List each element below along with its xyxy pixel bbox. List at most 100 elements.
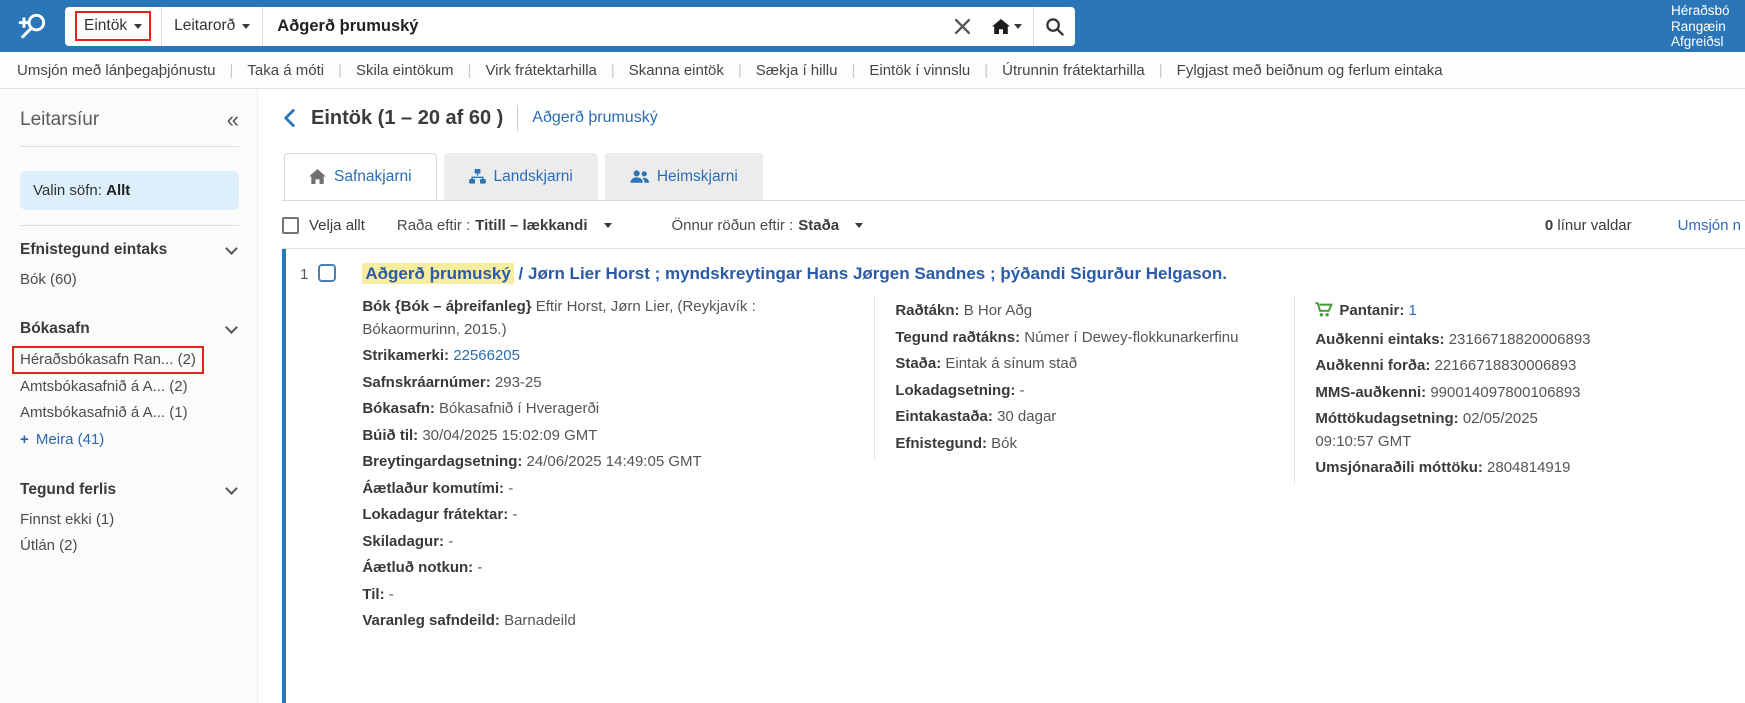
selected-rows-text: línur valdar bbox=[1553, 217, 1632, 234]
field: Raðtákn: B Hor Aðg bbox=[895, 300, 1294, 323]
field-value: Bók bbox=[991, 434, 1018, 452]
field-value: 22166718830006893 bbox=[1434, 357, 1577, 375]
field-value[interactable]: 22566205 bbox=[453, 347, 520, 364]
top-bar: Eintök Leitarorð Héraðsbó Rangæin Afgrei… bbox=[0, 0, 1745, 52]
select-all-checkbox[interactable] bbox=[282, 217, 299, 234]
field-value[interactable]: 1 bbox=[1409, 302, 1417, 319]
detail-column-1: Bók {Bók – áþreifanleg} Eftir Horst, Jør… bbox=[362, 296, 874, 637]
tab-label: Landskjarni bbox=[493, 167, 573, 185]
results-controls: Velja allt Raða eftir : Titill – lækkand… bbox=[282, 217, 1745, 234]
field-label: Staða: bbox=[895, 355, 946, 373]
field: Móttökudagsetning: 02/05/2025 09:10:57 G… bbox=[1315, 408, 1594, 453]
results-list: 1 Aðgerð þrumuský / Jørn Lier Horst ; my… bbox=[282, 248, 1745, 703]
facet-header[interactable]: Tegund ferlis bbox=[20, 481, 239, 499]
field: Staða: Eintak á sínum stað bbox=[895, 353, 1294, 376]
facet-item[interactable]: Héraðsbókasafn Ran... (2) bbox=[12, 346, 204, 374]
tab-safnakjarni[interactable]: Safnakjarni bbox=[284, 153, 437, 200]
result-detail-columns: Bók {Bók – áþreifanleg} Eftir Horst, Jør… bbox=[362, 296, 1745, 637]
chevron-down-icon bbox=[134, 23, 143, 29]
secondary-sort-dropdown[interactable]: Önnur röðun eftir : Staða bbox=[672, 217, 864, 234]
field: Lokadagur frátektar: - bbox=[362, 504, 854, 527]
manage-selected-link[interactable]: Umsjón n bbox=[1678, 217, 1741, 234]
selected-libraries-label: Valin söfn: bbox=[33, 182, 102, 199]
chevron-down-icon bbox=[242, 23, 251, 29]
result-index: 1 bbox=[300, 266, 309, 283]
field-value: 990014097800106893 bbox=[1430, 383, 1581, 401]
nav-item[interactable]: Sækja í hillu bbox=[756, 62, 838, 79]
result-title-link[interactable]: Aðgerð þrumuský / Jørn Lier Horst ; mynd… bbox=[362, 263, 1745, 285]
chevron-down-icon bbox=[225, 320, 238, 334]
field-label: Til: bbox=[362, 585, 389, 603]
facet-item[interactable]: Amtsbókasafnið á A... (2) bbox=[20, 374, 239, 400]
facet-section: Efnistegund eintaks Bók (60) bbox=[20, 241, 239, 293]
facet-more-link[interactable]: + Meira (41) bbox=[20, 426, 239, 454]
chevron-down-icon bbox=[603, 223, 612, 228]
collapse-sidebar-icon[interactable]: « bbox=[227, 109, 239, 131]
field: Pantanir: 1 bbox=[1315, 300, 1594, 325]
selected-libraries-chip[interactable]: Valin söfn: Allt bbox=[20, 171, 239, 210]
result-checkbox[interactable] bbox=[318, 264, 337, 282]
nav-item[interactable]: Virk frátektarhilla bbox=[485, 62, 596, 79]
nav-item[interactable]: Taka á móti bbox=[247, 62, 324, 79]
field-value: - bbox=[508, 479, 514, 497]
field: Varanleg safndeild: Barnadeild bbox=[362, 610, 854, 633]
field-label: Auðkenni forða: bbox=[1315, 357, 1435, 375]
field-label: Lokadagur frátektar: bbox=[362, 506, 513, 524]
controls-right: 0 línur valdar Umsjón n bbox=[1545, 217, 1741, 234]
search-query-link[interactable]: Aðgerð þrumuský bbox=[532, 109, 657, 127]
field: Búið til: 30/04/2025 15:02:09 GMT bbox=[362, 425, 854, 448]
sort-by-value: Titill – lækkandi bbox=[475, 217, 588, 234]
nav-item[interactable]: Eintök í vinnslu bbox=[869, 62, 970, 79]
header-divider bbox=[517, 105, 519, 131]
sidebar-header: Leitarsíur « bbox=[20, 109, 239, 131]
facet-item[interactable]: Amtsbókasafnið á A... (1) bbox=[20, 400, 239, 426]
nav-item[interactable]: Skanna eintök bbox=[629, 62, 724, 79]
facet-item[interactable]: Finnst ekki (1) bbox=[20, 507, 239, 533]
field-value: - bbox=[477, 559, 483, 577]
tab-label: Heimskjarni bbox=[656, 167, 738, 185]
field: Til: - bbox=[362, 584, 854, 607]
nav-item[interactable]: Útrunnin frátektarhilla bbox=[1002, 62, 1145, 79]
cart-icon bbox=[1315, 302, 1334, 325]
result-body: Aðgerð þrumuský / Jørn Lier Horst ; mynd… bbox=[362, 263, 1745, 637]
location-line: Rangæin bbox=[1671, 18, 1726, 34]
detail-column-3: Pantanir: 1 Auðkenni eintaks: 23166718820… bbox=[1294, 296, 1594, 484]
chevron-down-icon bbox=[855, 223, 864, 228]
clear-search-button[interactable] bbox=[944, 7, 981, 46]
facet-item[interactable]: Bók (60) bbox=[20, 267, 239, 293]
function-menu: Umsjón með lánþegaþjónustu | Taka á móti | S… bbox=[0, 52, 1745, 89]
field-value: - bbox=[388, 585, 394, 603]
field-value: 24/06/2025 14:49:05 GMT bbox=[526, 453, 702, 471]
selected-rows-status: 0 línur valdar bbox=[1545, 217, 1632, 234]
field-label: Lokadagsetning: bbox=[895, 381, 1020, 399]
facet-item[interactable]: Útlán (2) bbox=[20, 533, 239, 559]
facet-title: Bókasafn bbox=[20, 320, 90, 337]
tab-heimskjarni[interactable]: Heimskjarni bbox=[604, 153, 763, 200]
nav-item[interactable]: Umsjón með lánþegaþjónustu bbox=[17, 62, 215, 79]
search-index-dropdown[interactable]: Leitarorð bbox=[162, 6, 264, 46]
nav-item[interactable]: Skila eintökum bbox=[356, 62, 454, 79]
tab-landskjarni[interactable]: Landskjarni bbox=[443, 153, 598, 200]
field-label: Safnskráarnúmer: bbox=[362, 373, 495, 391]
back-button[interactable] bbox=[282, 108, 297, 128]
tab-label: Safnakjarni bbox=[334, 167, 412, 185]
search-submit-button[interactable] bbox=[1034, 7, 1075, 46]
chevron-down-icon bbox=[1014, 23, 1022, 29]
field: Lokadagsetning: - bbox=[895, 380, 1294, 403]
facet-header[interactable]: Efnistegund eintaks bbox=[20, 241, 239, 259]
facet-header[interactable]: Bókasafn bbox=[20, 320, 239, 338]
facet-title: Efnistegund eintaks bbox=[20, 241, 168, 258]
search-input[interactable] bbox=[263, 6, 944, 46]
field-label: Móttökudagsetning: bbox=[1315, 410, 1463, 428]
nav-separator: | bbox=[467, 61, 472, 79]
search-scope-red-highlight: Eintök bbox=[75, 11, 152, 41]
nav-item[interactable]: Fylgjast með beiðnum og ferlum eintaka bbox=[1177, 62, 1443, 79]
facet-title: Tegund ferlis bbox=[20, 481, 117, 498]
sort-by-dropdown[interactable]: Raða eftir : Titill – lækkandi bbox=[397, 217, 612, 234]
plus-icon: + bbox=[20, 431, 29, 448]
selected-rows-count: 0 bbox=[1544, 217, 1554, 234]
search-scope-dropdown[interactable]: Eintök bbox=[65, 6, 163, 46]
secondary-sort-label: Önnur röðun eftir : bbox=[671, 217, 794, 234]
sort-by-label: Raða eftir : bbox=[396, 217, 471, 234]
home-search-dropdown[interactable] bbox=[981, 7, 1033, 46]
